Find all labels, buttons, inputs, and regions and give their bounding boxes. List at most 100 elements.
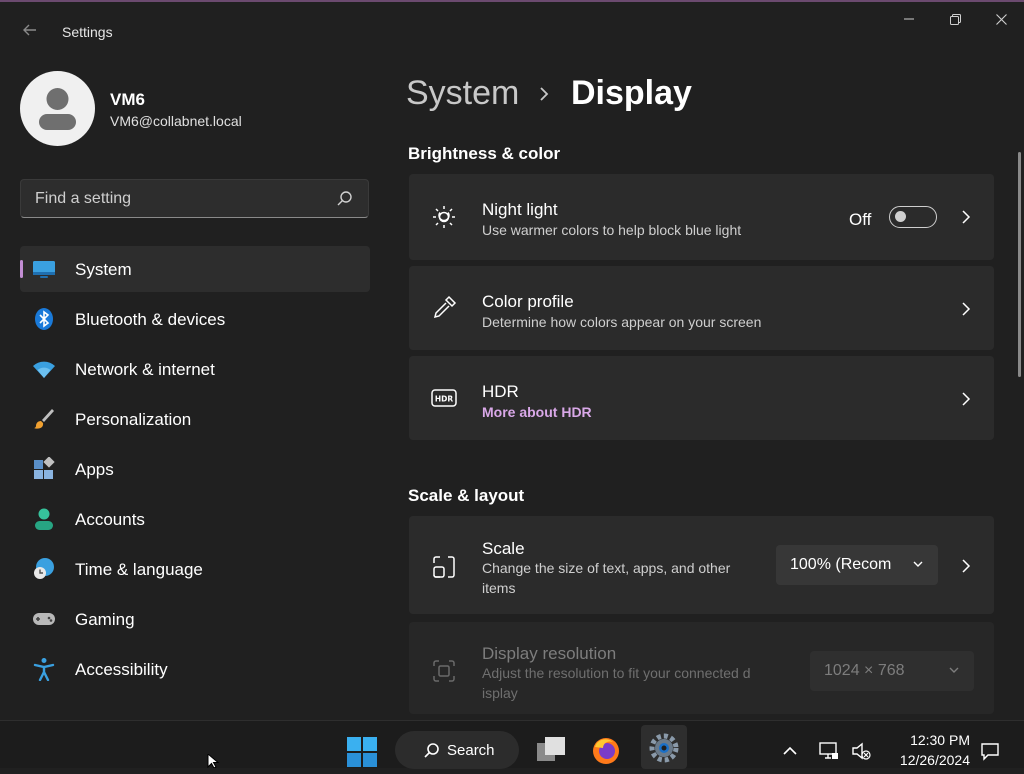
brightness-icon: [433, 206, 455, 228]
arrow-left-icon: [23, 24, 36, 36]
display-resolution-card: Display resolution Adjust the resolution…: [409, 622, 994, 714]
sidebar-item-system[interactable]: System: [20, 246, 370, 292]
sidebar-item-gaming[interactable]: Gaming: [20, 596, 370, 642]
close-button[interactable]: [978, 6, 1024, 32]
taskbar-firefox[interactable]: [587, 733, 625, 769]
search-placeholder: Find a setting: [35, 190, 132, 207]
gear-icon: [649, 733, 679, 763]
firefox-icon: [593, 738, 619, 764]
notification-icon[interactable]: [980, 741, 1000, 761]
restore-button[interactable]: [932, 6, 978, 32]
search-icon[interactable]: [336, 190, 354, 208]
avatar[interactable]: [20, 71, 95, 146]
title-bar: Settings: [0, 2, 1024, 46]
sidebar-item-label: Accessibility: [75, 660, 168, 679]
sidebar-item-accounts[interactable]: Accounts: [20, 496, 370, 542]
task-view-icon: [537, 737, 565, 761]
apps-icon: [34, 457, 55, 479]
night-light-toggle[interactable]: [889, 206, 937, 228]
sidebar-item-label: Network & internet: [75, 360, 215, 379]
chevron-down-icon: [913, 561, 923, 567]
night-light-subtitle: Use warmer colors to help block blue lig…: [482, 222, 742, 238]
sidebar-item-label: Gaming: [75, 610, 135, 629]
restore-icon: [949, 13, 961, 25]
user-icon: [39, 88, 76, 130]
taskbar-search-label: Search: [447, 742, 495, 759]
section-title-brightness: Brightness & color: [408, 144, 561, 163]
globe-clock-icon: [34, 558, 54, 579]
night-light-toggle-label: Off: [849, 210, 872, 229]
sidebar-item-time-language[interactable]: Time & language: [20, 546, 370, 592]
chevron-down-icon: [949, 667, 959, 673]
sidebar-item-personalization[interactable]: Personalization: [20, 396, 370, 442]
sidebar-item-bluetooth[interactable]: Bluetooth & devices: [20, 296, 370, 342]
system-monitor-icon: [33, 261, 55, 278]
night-light-title: Night light: [482, 200, 558, 219]
chevron-right-icon: [540, 87, 549, 101]
scale-card[interactable]: Scale Change the size of text, apps, and…: [409, 516, 994, 614]
sidebar-nav: System Bluetooth & devices Network & int…: [20, 246, 370, 696]
windows-start-icon[interactable]: [346, 736, 378, 768]
taskbar-settings[interactable]: [641, 725, 687, 769]
taskbar: Search 12:30 PM 12/26/2024: [0, 720, 1024, 769]
wifi-icon: [33, 361, 55, 378]
sidebar-item-apps[interactable]: Apps: [20, 446, 370, 492]
page-title: Display: [571, 74, 692, 112]
night-light-card[interactable]: Night light Use warmer colors to help bl…: [409, 174, 994, 260]
chevron-right-icon[interactable]: [960, 208, 972, 226]
network-display-icon[interactable]: [819, 741, 839, 761]
speaker-muted-icon[interactable]: [851, 741, 871, 761]
svg-text:HDR: HDR: [435, 395, 454, 404]
sidebar-item-network[interactable]: Network & internet: [20, 346, 370, 392]
scale-dropdown[interactable]: 100% (Recom: [776, 545, 938, 585]
search-icon: [424, 743, 439, 758]
mouse-cursor-icon: [207, 754, 220, 768]
hdr-link[interactable]: More about HDR: [482, 404, 592, 420]
scale-title: Scale: [482, 539, 525, 558]
minimize-button[interactable]: [886, 6, 932, 32]
chevron-right-icon[interactable]: [960, 300, 972, 318]
sidebar-item-label: Bluetooth & devices: [75, 310, 226, 329]
back-button[interactable]: [18, 20, 42, 44]
scale-subtitle-line2: items: [482, 580, 516, 596]
scrollbar[interactable]: [1018, 152, 1021, 377]
user-email: VM6@collabnet.local: [110, 113, 242, 129]
color-profile-card[interactable]: Color profile Determine how colors appea…: [409, 266, 994, 350]
active-indicator: [20, 260, 23, 278]
taskbar-search-button[interactable]: Search: [395, 731, 519, 769]
paintbrush-icon: [34, 409, 54, 429]
scale-subtitle-line1: Change the size of text, apps, and other: [482, 560, 731, 576]
taskbar-date[interactable]: 12/26/2024: [870, 752, 970, 768]
sidebar-item-accessibility[interactable]: Accessibility: [20, 646, 370, 692]
toggle-knob: [895, 211, 906, 222]
sidebar-item-label: Apps: [75, 460, 114, 479]
chevron-right-icon[interactable]: [960, 390, 972, 408]
search-input[interactable]: Find a setting: [20, 179, 369, 218]
sidebar-item-label: Personalization: [75, 410, 192, 429]
hdr-card[interactable]: HDR HDR More about HDR: [409, 356, 994, 440]
scale-icon: [433, 556, 455, 578]
taskbar-task-view[interactable]: [532, 733, 570, 769]
display-resolution-subtitle-line2: isplay: [482, 685, 518, 701]
gamepad-icon: [33, 613, 55, 625]
bluetooth-icon: [35, 308, 53, 330]
color-profile-title: Color profile: [482, 292, 574, 311]
sidebar-item-label: Time & language: [75, 560, 203, 579]
display-resolution-title: Display resolution: [482, 644, 617, 663]
chevron-up-icon[interactable]: [780, 741, 800, 761]
resolution-dropdown: 1024 × 768: [810, 651, 974, 691]
hdr-title: HDR: [482, 382, 519, 401]
display-resolution-subtitle-line1: Adjust the resolution to fit your connec…: [482, 665, 751, 681]
eyedropper-icon: [433, 295, 457, 319]
scale-dropdown-value: 100% (Recom: [790, 556, 892, 573]
app-title: Settings: [62, 24, 113, 40]
accessibility-icon: [33, 658, 55, 681]
chevron-right-icon[interactable]: [960, 557, 972, 575]
taskbar-time[interactable]: 12:30 PM: [870, 732, 970, 748]
color-profile-subtitle: Determine how colors appear on your scre…: [482, 314, 762, 330]
sidebar-item-label: System: [75, 260, 132, 279]
section-title-scale-layout: Scale & layout: [408, 486, 525, 505]
breadcrumb-parent[interactable]: System: [406, 74, 519, 113]
close-icon: [995, 13, 1007, 25]
minimize-icon: [904, 18, 914, 20]
